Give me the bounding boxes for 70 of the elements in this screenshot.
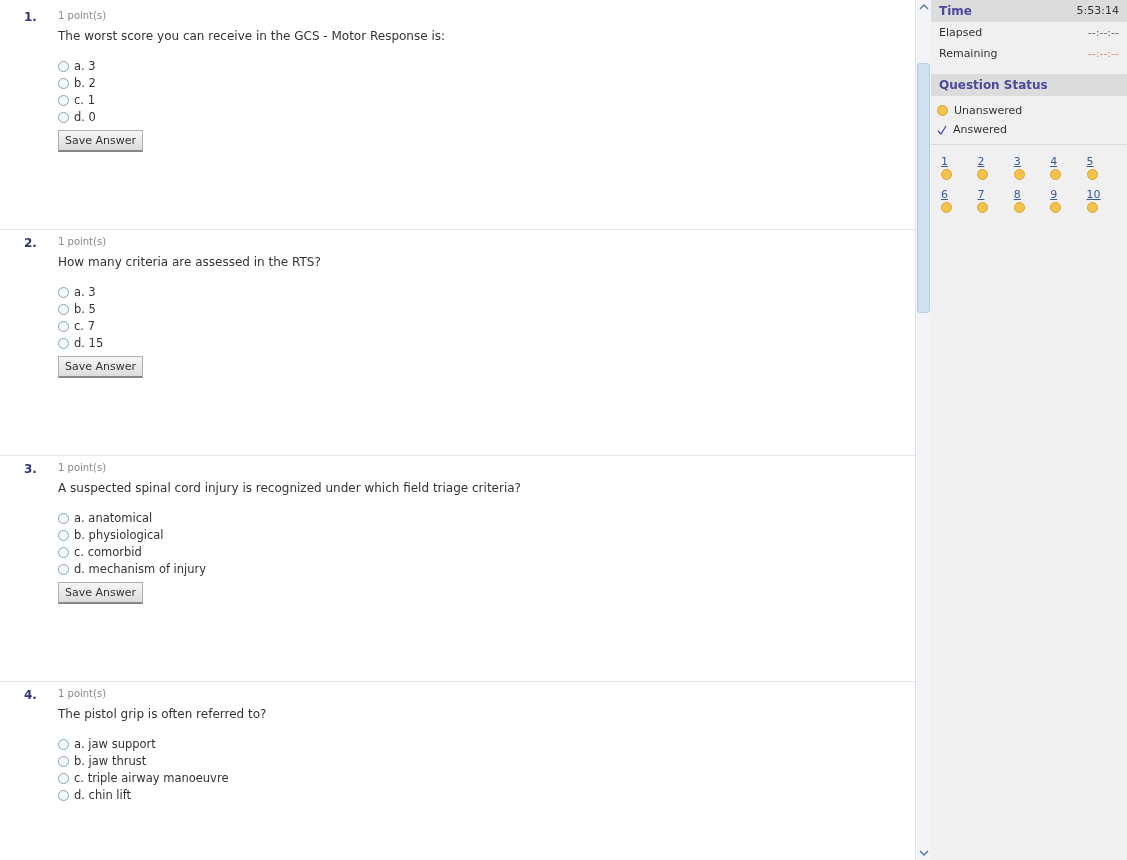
question-link[interactable]: 8 <box>1013 188 1021 201</box>
question-number: 2. <box>24 235 38 252</box>
question-text: How many criteria are assessed in the RTS? <box>58 255 321 269</box>
time-label: Remaining <box>939 47 998 60</box>
radio-button[interactable] <box>58 320 69 332</box>
radio-button[interactable] <box>58 512 69 524</box>
points-label: 1 point(s) <box>58 9 107 21</box>
option-label: d. mechanism of injury <box>74 562 207 576</box>
status-title: Question Status <box>939 78 1048 92</box>
radio-button[interactable] <box>58 94 69 106</box>
radio-button[interactable] <box>58 772 69 784</box>
legend-label: Unanswered <box>954 104 1023 117</box>
option-label: d. 0 <box>74 110 96 124</box>
time-title: Time <box>939 4 972 18</box>
radio-button[interactable] <box>58 337 69 349</box>
scrollbar-thumb[interactable] <box>917 63 930 313</box>
radio-button[interactable] <box>58 286 69 298</box>
save-answer-button[interactable]: Save Answer <box>58 130 143 152</box>
option-label: a. 3 <box>74 59 96 73</box>
time-reading: --:--:-- <box>1087 47 1119 60</box>
option-label: b. physiological <box>74 528 164 542</box>
option-label: a. anatomical <box>74 511 153 525</box>
option-label: c. 7 <box>74 319 95 333</box>
radio-button[interactable] <box>58 111 69 123</box>
question-link[interactable]: 4 <box>1050 155 1058 168</box>
option-label: d. 15 <box>74 336 104 350</box>
legend-label: Answered <box>953 123 1008 136</box>
radio-button[interactable] <box>58 755 69 767</box>
points-label: 1 point(s) <box>58 235 107 247</box>
question-link[interactable]: 7 <box>977 188 985 201</box>
question-number: 1. <box>24 9 38 26</box>
question-link[interactable]: 10 <box>1086 188 1101 201</box>
question-number: 4. <box>24 687 38 704</box>
question-link[interactable]: 6 <box>941 188 948 201</box>
points-label: 1 point(s) <box>58 687 107 699</box>
question-number: 3. <box>24 461 38 478</box>
radio-button[interactable] <box>58 77 69 89</box>
option-label: b. 5 <box>74 302 96 316</box>
question-text: The pistol grip is often referred to? <box>58 707 267 721</box>
option-label: d. chin lift <box>74 788 132 802</box>
option-label: c. triple airway manoeuvre <box>74 771 229 785</box>
question-text: A suspected spinal cord injury is recognized under which field triage criteria? <box>58 481 521 495</box>
points-label: 1 point(s) <box>58 461 107 473</box>
radio-button[interactable] <box>58 529 69 541</box>
scroll-up-icon[interactable] <box>918 3 929 11</box>
question-text: The worst score you can receive in the GCS - Motor Response is: <box>58 29 446 43</box>
question-link[interactable]: 1 <box>941 155 948 168</box>
radio-button[interactable] <box>58 789 69 801</box>
question-link[interactable]: 5 <box>1086 155 1094 168</box>
radio-button[interactable] <box>58 546 69 558</box>
time-value: 5:53:14 <box>1076 4 1119 18</box>
option-label: b. 2 <box>74 76 96 90</box>
question-link[interactable]: 9 <box>1050 188 1058 201</box>
save-answer-button[interactable]: Save Answer <box>58 356 143 378</box>
option-label: a. 3 <box>74 285 96 299</box>
radio-button[interactable] <box>58 60 69 72</box>
radio-button[interactable] <box>58 303 69 315</box>
save-answer-button[interactable]: Save Answer <box>58 582 143 604</box>
option-label: b. jaw thrust <box>74 754 147 768</box>
option-label: c. comorbid <box>74 545 142 559</box>
time-reading: --:--:-- <box>1087 26 1119 39</box>
option-label: c. 1 <box>74 93 95 107</box>
scrollbar[interactable] <box>915 0 931 860</box>
radio-button[interactable] <box>58 738 69 750</box>
option-label: a. jaw support <box>74 737 156 751</box>
question-link[interactable]: 2 <box>977 155 985 168</box>
question-link[interactable]: 3 <box>1013 155 1021 168</box>
scroll-down-icon[interactable] <box>918 849 929 857</box>
time-label: Elapsed <box>939 26 983 39</box>
radio-button[interactable] <box>58 563 69 575</box>
